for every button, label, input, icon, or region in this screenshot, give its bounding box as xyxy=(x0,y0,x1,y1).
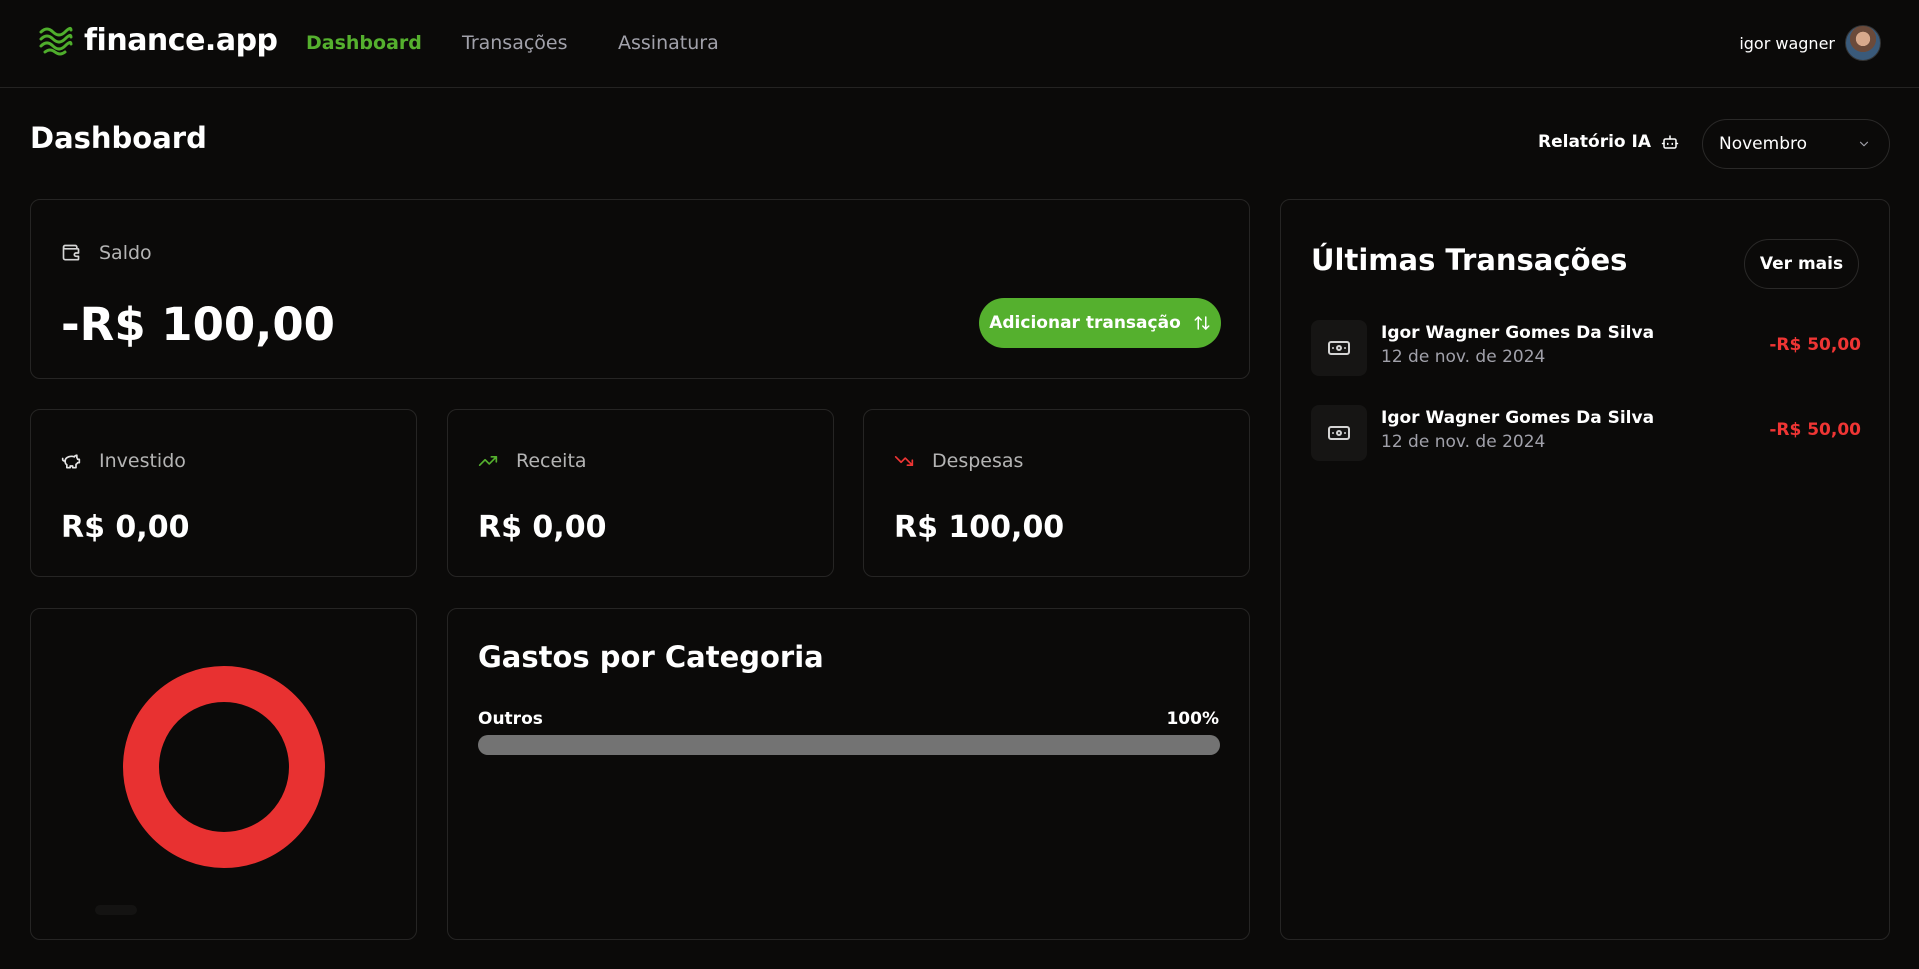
category-label: Outros xyxy=(478,709,543,729)
category-spending-title: Gastos por Categoria xyxy=(478,640,824,674)
brand-logo[interactable]: finance.app xyxy=(38,22,278,58)
nav-link-transactions[interactable]: Transações xyxy=(462,32,568,54)
transaction-item[interactable]: Igor Wagner Gomes Da Silva 12 de nov. de… xyxy=(1311,405,1861,461)
invested-card: Investido R$ 0,00 xyxy=(30,409,417,577)
cash-icon xyxy=(1311,320,1367,376)
balance-label-row: Saldo xyxy=(61,242,152,264)
chevron-down-icon xyxy=(1859,141,1869,147)
trending-up-icon xyxy=(478,451,498,471)
add-transaction-label: Adicionar transação xyxy=(989,313,1181,333)
transaction-item[interactable]: Igor Wagner Gomes Da Silva 12 de nov. de… xyxy=(1311,320,1861,376)
trending-down-icon xyxy=(894,451,914,471)
pie-legend-partial xyxy=(95,905,137,915)
income-label: Receita xyxy=(516,450,587,472)
user-avatar[interactable] xyxy=(1845,25,1881,61)
nav-link-dashboard[interactable]: Dashboard xyxy=(306,32,422,54)
month-select[interactable]: Novembro xyxy=(1702,119,1890,169)
transaction-name: Igor Wagner Gomes Da Silva xyxy=(1381,323,1655,343)
invested-value: R$ 0,00 xyxy=(61,510,190,545)
expenses-label: Despesas xyxy=(932,450,1024,472)
expenses-value: R$ 100,00 xyxy=(894,510,1065,545)
ai-report-button[interactable]: Relatório IA xyxy=(1538,132,1679,152)
page-title: Dashboard xyxy=(30,121,207,155)
transaction-date: 12 de nov. de 2024 xyxy=(1381,347,1546,367)
transaction-amount: -R$ 50,00 xyxy=(1769,420,1861,440)
category-spending-card: Gastos por Categoria Outros 100% xyxy=(447,608,1250,940)
income-label-row: Receita xyxy=(478,450,587,472)
invested-label-row: Investido xyxy=(61,450,186,472)
balance-value: -R$ 100,00 xyxy=(61,298,335,351)
category-progress-fill xyxy=(478,735,1220,755)
waves-logo-icon xyxy=(39,26,73,56)
transaction-date: 12 de nov. de 2024 xyxy=(1381,432,1546,452)
user-name[interactable]: igor wagner xyxy=(1739,34,1835,53)
transaction-name: Igor Wagner Gomes Da Silva xyxy=(1381,408,1655,428)
transaction-amount: -R$ 50,00 xyxy=(1769,335,1861,355)
balance-card: Saldo -R$ 100,00 Adicionar transação xyxy=(30,199,1250,379)
top-navbar: finance.app Dashboard Transações Assinat… xyxy=(0,0,1919,88)
category-percent: 100% xyxy=(1166,709,1219,729)
nav-link-subscription[interactable]: Assinatura xyxy=(618,32,719,54)
expenses-label-row: Despesas xyxy=(894,450,1023,472)
see-more-button[interactable]: Ver mais xyxy=(1744,239,1859,289)
last-transactions-title: Últimas Transações xyxy=(1311,243,1628,277)
category-progress-bar xyxy=(478,735,1220,755)
balance-label: Saldo xyxy=(99,242,152,264)
cash-icon xyxy=(1311,405,1367,461)
month-select-value: Novembro xyxy=(1719,134,1808,154)
pie-chart xyxy=(123,666,325,868)
invested-label: Investido xyxy=(99,450,186,472)
bot-icon xyxy=(1661,135,1679,149)
last-transactions-card: Últimas Transações Ver mais Igor Wagner … xyxy=(1280,199,1890,940)
piggy-bank-icon xyxy=(61,451,81,471)
add-transaction-button[interactable]: Adicionar transação xyxy=(979,298,1221,348)
pie-chart-card xyxy=(30,608,417,940)
pie-slice-despesas[interactable] xyxy=(123,666,325,868)
ai-report-label: Relatório IA xyxy=(1538,132,1652,152)
income-card: Receita R$ 0,00 xyxy=(447,409,834,577)
expenses-card: Despesas R$ 100,00 xyxy=(863,409,1250,577)
brand-name: finance.app xyxy=(84,22,278,58)
arrows-up-down-icon xyxy=(1194,316,1210,330)
wallet-icon xyxy=(61,243,81,263)
income-value: R$ 0,00 xyxy=(478,510,607,545)
